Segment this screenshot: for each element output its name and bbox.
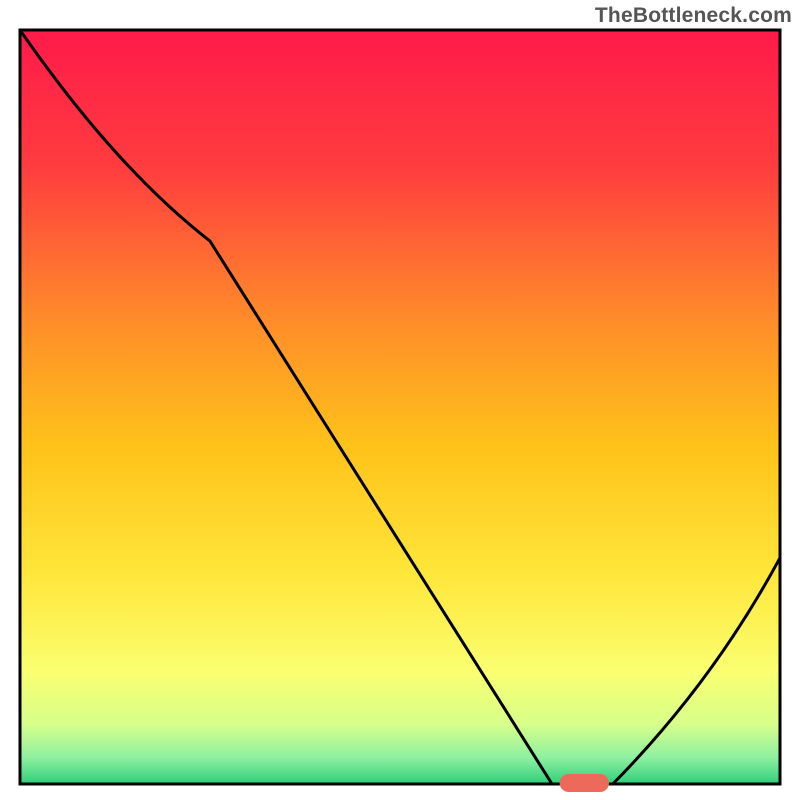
plot-background [20,30,780,784]
chart-container: TheBottleneck.com [0,0,800,800]
optimal-zone-marker [560,774,609,792]
bottleneck-chart [0,0,800,800]
watermark-text: TheBottleneck.com [595,4,792,28]
